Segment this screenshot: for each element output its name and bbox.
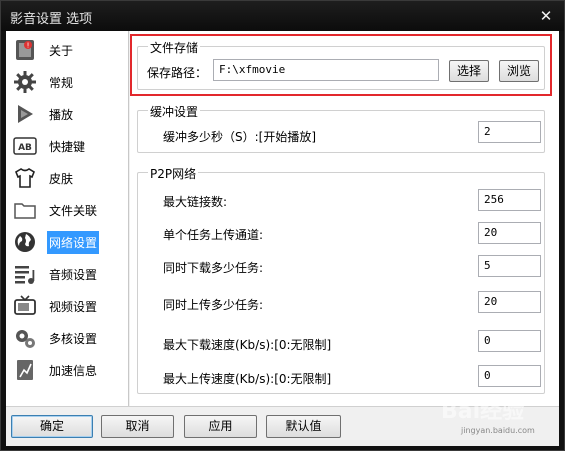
browse-button[interactable]: 浏览 bbox=[499, 60, 539, 82]
play-icon bbox=[12, 101, 38, 127]
sidebar-item-video[interactable]: 视频设置 bbox=[12, 292, 124, 320]
buffer-seconds-label: 缓冲多少秒（S）:[开始播放] bbox=[163, 130, 317, 144]
dialog-body: ! 关于 常规 播放 AB 快捷键 皮肤 文件关联 网络设置 音频设置 视频设置… bbox=[6, 31, 559, 406]
sidebar-item-speed-info[interactable]: 加速信息 bbox=[12, 356, 124, 384]
max-connections-label: 最大链接数: bbox=[163, 195, 228, 209]
svg-text:AB: AB bbox=[18, 143, 32, 153]
sidebar-item-general[interactable]: 常规 bbox=[12, 68, 124, 96]
buffer-seconds-input[interactable]: 2 bbox=[478, 121, 541, 143]
default-button[interactable]: 默认值 bbox=[266, 415, 341, 438]
sidebar-item-label: 快捷键 bbox=[49, 139, 86, 154]
apply-button[interactable]: 应用 bbox=[184, 415, 257, 438]
buffer-group-title: 缓冲设置 bbox=[148, 103, 201, 120]
tshirt-icon bbox=[12, 165, 38, 191]
cancel-button[interactable]: 取消 bbox=[101, 415, 174, 438]
keyboard-icon: AB bbox=[12, 133, 38, 159]
window-title: 影音设置 选项 bbox=[10, 12, 93, 27]
save-path-input[interactable]: F:\xfmovie bbox=[213, 59, 439, 81]
p2p-group-title: P2P网络 bbox=[148, 165, 199, 182]
sidebar-item-label: 视频设置 bbox=[49, 299, 98, 314]
gear-icon bbox=[12, 69, 38, 95]
tv-icon bbox=[12, 293, 38, 319]
globe-icon bbox=[12, 229, 38, 255]
sidebar-item-skin[interactable]: 皮肤 bbox=[12, 164, 124, 192]
about-icon: ! bbox=[12, 37, 38, 63]
sidebar-item-label: 播放 bbox=[49, 107, 74, 122]
svg-text:!: ! bbox=[27, 42, 30, 50]
upload-channels-input[interactable]: 20 bbox=[478, 222, 541, 244]
sidebar-item-label: 关于 bbox=[49, 43, 74, 58]
audio-icon bbox=[12, 261, 38, 287]
sidebar-item-network[interactable]: 网络设置 bbox=[12, 228, 124, 256]
sidebar-item-label: 多核设置 bbox=[49, 331, 98, 346]
concurrent-downloads-input[interactable]: 5 bbox=[478, 255, 541, 277]
concurrent-uploads-label: 同时上传多少任务: bbox=[163, 298, 264, 312]
title-bar[interactable]: 影音设置 选项 ✕ bbox=[1, 1, 564, 31]
concurrent-downloads-label: 同时下载多少任务: bbox=[163, 261, 264, 275]
sidebar-item-label: 网络设置 bbox=[47, 230, 100, 254]
sidebar-item-label: 皮肤 bbox=[49, 171, 74, 186]
concurrent-uploads-input[interactable]: 20 bbox=[478, 291, 541, 313]
dialog-button-bar: 确定 取消 应用 默认值 bbox=[6, 406, 559, 446]
network-settings-panel: 文件存储 保存路径： F:\xfmovie 选择 浏览 缓冲设置 缓冲多少秒（S… bbox=[130, 31, 559, 406]
sidebar-item-hotkeys[interactable]: AB 快捷键 bbox=[12, 132, 124, 160]
multicore-icon bbox=[12, 325, 38, 351]
sidebar-item-file-assoc[interactable]: 文件关联 bbox=[12, 196, 124, 224]
sidebar-item-label: 文件关联 bbox=[49, 203, 98, 218]
max-upload-speed-label: 最大上传速度(Kb/s):[0:无限制] bbox=[163, 372, 332, 386]
select-button[interactable]: 选择 bbox=[449, 60, 489, 82]
max-upload-speed-input[interactable]: 0 bbox=[478, 365, 541, 387]
folder-icon bbox=[12, 197, 38, 223]
sidebar-item-multicore[interactable]: 多核设置 bbox=[12, 324, 124, 352]
storage-group-title: 文件存储 bbox=[148, 39, 201, 56]
ok-button[interactable]: 确定 bbox=[11, 415, 93, 438]
speed-info-icon bbox=[12, 357, 38, 383]
close-icon[interactable]: ✕ bbox=[538, 8, 554, 24]
sidebar-item-label: 常规 bbox=[49, 75, 74, 90]
sidebar-item-playback[interactable]: 播放 bbox=[12, 100, 124, 128]
sidebar-item-label: 加速信息 bbox=[49, 363, 98, 378]
settings-sidebar: ! 关于 常规 播放 AB 快捷键 皮肤 文件关联 网络设置 音频设置 视频设置… bbox=[6, 31, 129, 406]
save-path-label: 保存路径： bbox=[147, 66, 208, 80]
max-connections-input[interactable]: 256 bbox=[478, 189, 541, 211]
sidebar-item-audio[interactable]: 音频设置 bbox=[12, 260, 124, 288]
sidebar-item-about[interactable]: ! 关于 bbox=[12, 36, 124, 64]
upload-channels-label: 单个任务上传通道: bbox=[163, 228, 264, 242]
max-download-speed-input[interactable]: 0 bbox=[478, 330, 541, 352]
max-download-speed-label: 最大下载速度(Kb/s):[0:无限制] bbox=[163, 338, 332, 352]
settings-window: 影音设置 选项 ✕ ! 关于 常规 播放 AB 快捷键 皮肤 文件关联 网络设置… bbox=[0, 0, 565, 451]
sidebar-item-label: 音频设置 bbox=[49, 267, 98, 282]
